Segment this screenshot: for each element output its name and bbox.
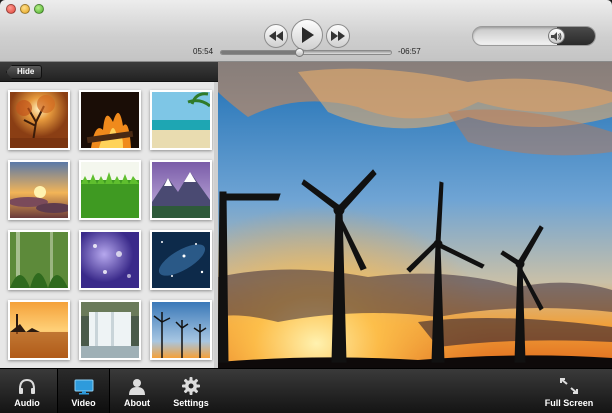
elapsed-time: 05:54 xyxy=(193,47,214,56)
minimize-window-button[interactable] xyxy=(20,4,30,14)
remaining-time: -06:57 xyxy=(398,47,421,56)
thumbnail-fern-forest[interactable] xyxy=(8,230,70,290)
fast-forward-icon xyxy=(331,31,345,41)
tab-audio-label: Audio xyxy=(14,398,40,408)
monitor-icon xyxy=(74,379,93,395)
headphones-icon xyxy=(19,379,35,394)
thumbnail-waterfall[interactable] xyxy=(79,300,141,360)
tab-video-label: Video xyxy=(71,398,96,408)
hide-library-button[interactable]: Hide xyxy=(6,65,43,79)
thumbnail-purple-rain[interactable] xyxy=(79,230,141,290)
tab-video[interactable]: Video xyxy=(57,369,110,413)
tab-settings[interactable]: Settings xyxy=(164,369,218,413)
rewind-icon xyxy=(269,31,283,41)
full-screen-button[interactable]: Full Screen xyxy=(538,369,600,413)
thumbnail-starry-space[interactable] xyxy=(150,230,212,290)
thumbnail-lake-sunset[interactable] xyxy=(8,300,70,360)
fast-forward-button[interactable] xyxy=(326,24,350,48)
person-icon xyxy=(129,379,145,395)
gear-icon xyxy=(182,377,200,395)
tab-about-label: About xyxy=(124,398,150,408)
progress-handle[interactable] xyxy=(295,48,305,57)
app-window: 05:54 -06:57 Hide Audio Video About Sett… xyxy=(0,0,612,413)
transport-bar: 05:54 -06:57 xyxy=(0,0,612,62)
thumbnail-tropical-beach[interactable] xyxy=(150,90,212,150)
thumbnail-sunset-clouds[interactable] xyxy=(8,160,70,220)
video-frame xyxy=(218,62,612,368)
tab-about[interactable]: About xyxy=(114,369,160,413)
rewind-button[interactable] xyxy=(264,24,288,48)
thumbnail-autumn-tree[interactable] xyxy=(8,90,70,150)
zoom-window-button[interactable] xyxy=(34,4,44,14)
play-button[interactable] xyxy=(291,19,323,51)
window-controls xyxy=(6,4,44,14)
play-icon xyxy=(302,27,314,43)
progress-fill xyxy=(221,51,300,54)
full-screen-label: Full Screen xyxy=(544,398,594,408)
thumbnail-wind-turbines[interactable] xyxy=(150,300,212,360)
tab-settings-label: Settings xyxy=(173,398,209,408)
progress-slider[interactable] xyxy=(220,48,392,57)
video-viewport[interactable] xyxy=(218,62,612,368)
close-window-button[interactable] xyxy=(6,4,16,14)
volume-slider[interactable] xyxy=(472,26,596,46)
tab-audio[interactable]: Audio xyxy=(4,369,50,413)
expand-arrows-icon xyxy=(560,378,578,394)
thumbnail-green-grass[interactable] xyxy=(79,160,141,220)
library-header: Hide xyxy=(0,62,218,82)
thumbnail-fireplace[interactable] xyxy=(79,90,141,150)
bottom-toolbar: Audio Video About Settings Full Screen xyxy=(0,368,612,413)
video-library-panel: Hide xyxy=(0,62,218,368)
speaker-icon xyxy=(551,31,562,41)
thumbnail-snowy-mountains[interactable] xyxy=(150,160,212,220)
thumbnail-grid xyxy=(0,82,218,368)
